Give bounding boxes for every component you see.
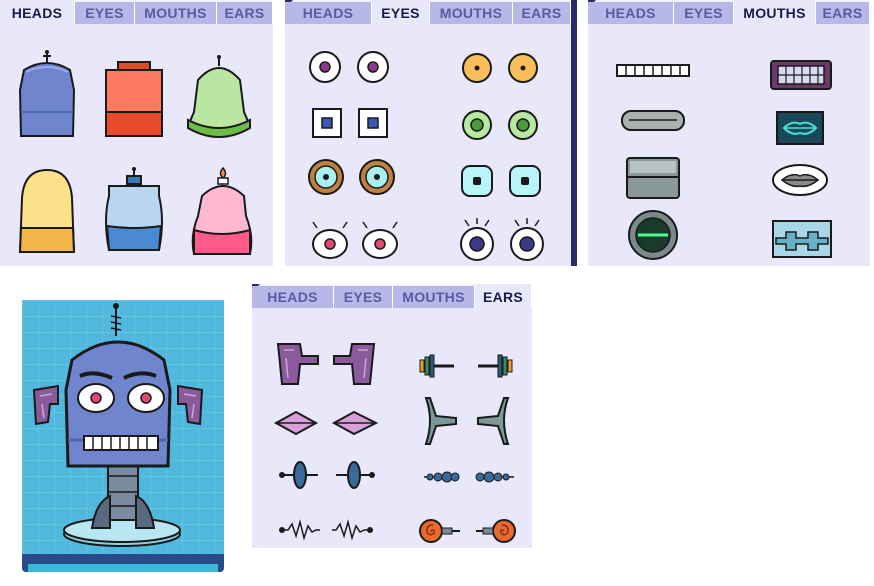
eyes-option-green-round[interactable] (461, 109, 541, 143)
head-option-jar-blue[interactable] (101, 166, 167, 256)
mouths-panel-tabbar: HEADS EYES MOUTHS EARS (588, 0, 870, 24)
heads-panel: HEADS EYES MOUTHS EARS (0, 0, 273, 266)
tab-mouths[interactable]: MOUTHS (734, 0, 816, 24)
eyes-panel-tabbar: HEADS EYES MOUTHS EARS (285, 0, 571, 24)
tab-heads[interactable]: HEADS (588, 2, 674, 24)
robot-preview (22, 300, 224, 572)
head-option-candle-pink[interactable] (190, 166, 254, 256)
tab-ears[interactable]: EARS (816, 2, 870, 24)
mouth-option-castle-teeth[interactable] (772, 220, 832, 258)
tab-eyes[interactable]: EYES (674, 2, 734, 24)
mouths-panel: HEADS EYES MOUTHS EARS (588, 0, 870, 266)
head-option-square-red[interactable] (104, 60, 164, 138)
mouth-option-lips-gray[interactable] (772, 164, 828, 196)
ears-option-zigzag-antenna[interactable] (278, 518, 374, 541)
mouth-option-teeth-strip[interactable] (616, 64, 692, 78)
panel-divider (571, 0, 577, 266)
robot-preview-image (22, 300, 224, 572)
ears-panel-tabbar: HEADS EYES MOUTHS EARS (252, 284, 532, 308)
tab-ears[interactable]: EARS (513, 2, 571, 24)
eyes-option-pink-lashed[interactable] (309, 220, 401, 260)
tab-eyes[interactable]: EYES (334, 286, 393, 308)
mouth-option-box-gray[interactable] (626, 157, 680, 199)
eyes-option-navy-lashed[interactable] (459, 218, 545, 262)
eyes-option-purple-round[interactable] (307, 50, 391, 84)
head-option-bell-green[interactable] (186, 54, 252, 140)
mouth-option-round-green-slot[interactable] (628, 210, 678, 260)
tab-ears[interactable]: EARS (475, 284, 532, 308)
heads-panel-tabbar: HEADS EYES MOUTHS EARS (0, 0, 273, 24)
tab-eyes[interactable]: EYES (75, 2, 135, 24)
ears-option-orange-spiral[interactable] (418, 518, 518, 544)
tab-mouths[interactable]: MOUTHS (393, 286, 475, 308)
tab-heads[interactable]: HEADS (0, 0, 75, 24)
mouth-option-capsule-gray[interactable] (621, 110, 685, 132)
tab-heads[interactable]: HEADS (285, 2, 372, 24)
tab-heads[interactable]: HEADS (252, 286, 334, 308)
eyes-panel: HEADS EYES MOUTHS EARS (285, 0, 571, 266)
head-option-antenna-dome[interactable] (18, 50, 76, 138)
tab-mouths[interactable]: MOUTHS (430, 2, 513, 24)
eyes-option-cyan-rounded-square[interactable] (460, 164, 544, 198)
eyes-option-blue-square[interactable] (311, 107, 391, 139)
ears-option-dumbbell-rings[interactable] (416, 352, 516, 380)
ears-option-pink-diamond[interactable] (273, 410, 379, 436)
tab-mouths[interactable]: MOUTHS (135, 2, 217, 24)
mouth-option-grill-purple[interactable] (770, 60, 832, 90)
mouth-option-lips-teal-screen[interactable] (776, 111, 824, 145)
ears-panel: HEADS EYES MOUTHS EARS (252, 284, 532, 548)
ears-option-bead-chain[interactable] (424, 470, 514, 484)
eyes-option-cyan-ringed[interactable] (307, 158, 397, 196)
ears-option-horn[interactable] (422, 396, 512, 446)
head-option-rounded-yellow[interactable] (18, 168, 76, 254)
tab-eyes[interactable]: EYES (372, 0, 430, 24)
ears-option-purple-bracket[interactable] (276, 342, 378, 386)
tab-ears[interactable]: EARS (217, 2, 273, 24)
eyes-option-orange-round[interactable] (461, 52, 541, 86)
ears-option-disc-spike[interactable] (278, 460, 378, 490)
